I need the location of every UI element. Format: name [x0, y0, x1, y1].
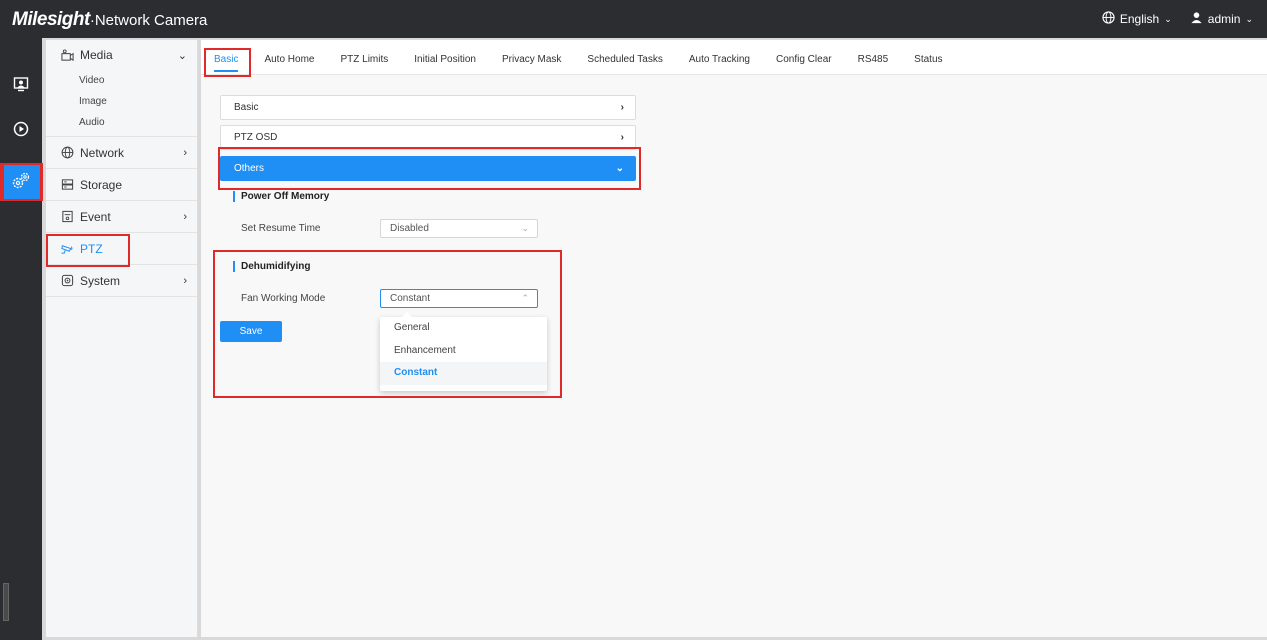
brand-name: Milesight [12, 9, 90, 30]
chevron-right-icon: › [183, 210, 187, 223]
network-icon [60, 146, 74, 160]
app-subtitle: ·Network Camera [89, 12, 208, 29]
settings-sidebar: Media ⌄ Video Image Audio Network › Stor… [46, 40, 198, 637]
chevron-right-icon: › [620, 132, 624, 143]
storage-icon [60, 178, 74, 192]
playback-button[interactable] [0, 113, 42, 147]
sidebar-item-ptz[interactable]: PTZ [46, 233, 197, 265]
accordion-ptz-osd[interactable]: PTZ OSD › [220, 125, 636, 150]
tab-ptz-limits[interactable]: PTZ Limits [327, 40, 401, 75]
app-logo: Milesight·Network Camera [12, 9, 207, 31]
settings-icon [11, 171, 31, 194]
accordion-label: Others [234, 163, 265, 174]
media-submenu: Video Image Audio [46, 70, 197, 137]
chevron-right-icon: › [183, 274, 187, 287]
event-icon [60, 210, 74, 224]
user-name: admin [1207, 12, 1241, 26]
language-selector[interactable]: English ⌄ [1102, 11, 1172, 27]
sidebar-item-event[interactable]: Event › [46, 201, 197, 233]
dropdown-caret [402, 312, 412, 317]
language-label: English [1119, 12, 1160, 26]
playback-icon [13, 121, 29, 140]
sidebar-item-label: System [80, 273, 121, 288]
sidebar-item-storage[interactable]: Storage [46, 169, 197, 201]
fan-mode-dropdown: General Enhancement Constant [380, 312, 547, 391]
tab-auto-home[interactable]: Auto Home [251, 40, 327, 75]
sidebar-item-label: PTZ [80, 241, 103, 256]
fan-working-mode-label: Fan Working Mode [241, 293, 326, 304]
user-icon [1190, 11, 1203, 27]
fan-mode-option-general[interactable]: General [380, 317, 547, 340]
chevron-down-icon: ⌄ [521, 223, 529, 233]
set-resume-time-label: Set Resume Time [241, 223, 321, 234]
icon-bar [0, 38, 42, 640]
chevron-up-icon: ⌃ [521, 293, 529, 303]
fan-mode-value: Constant [390, 293, 431, 304]
accordion-others[interactable]: Others ⌄ [220, 156, 636, 181]
resume-time-value: Disabled [390, 223, 429, 234]
sidebar-subitem-audio[interactable]: Audio [79, 112, 197, 133]
top-bar: Milesight·Network Camera English ⌄ admin… [0, 0, 1267, 38]
fan-mode-option-enhancement[interactable]: Enhancement [380, 340, 547, 363]
sidebar-subitem-image[interactable]: Image [79, 91, 197, 112]
save-button[interactable]: Save [220, 321, 282, 342]
accordion-label: Basic [234, 102, 259, 113]
chevron-right-icon: › [183, 146, 187, 159]
accordion-basic[interactable]: Basic › [220, 95, 636, 120]
tab-status[interactable]: Status [901, 40, 955, 75]
ptz-tab-bar: Basic Auto Home PTZ Limits Initial Posit… [201, 40, 1267, 75]
media-icon [60, 48, 74, 62]
chevron-down-icon: ⌄ [177, 49, 187, 62]
sidebar-item-system[interactable]: System › [46, 265, 197, 297]
chevron-down-icon: ⌄ [1245, 13, 1253, 24]
chevron-right-icon: › [620, 102, 624, 113]
accordion-label: PTZ OSD [234, 132, 278, 143]
resume-time-select[interactable]: Disabled ⌄ [380, 219, 538, 238]
power-off-memory-title: Power Off Memory [233, 191, 329, 202]
globe-icon [1102, 11, 1115, 27]
user-menu[interactable]: admin ⌄ [1190, 11, 1253, 27]
dehumidifying-title: Dehumidifying [233, 261, 310, 272]
ptz-camera-icon [60, 242, 74, 256]
fan-mode-option-constant[interactable]: Constant [380, 362, 547, 385]
tab-scheduled-tasks[interactable]: Scheduled Tasks [574, 40, 675, 75]
system-icon [60, 274, 74, 288]
sidebar-item-label: Storage [80, 177, 123, 192]
tab-config-clear[interactable]: Config Clear [763, 40, 845, 75]
tab-initial-position[interactable]: Initial Position [401, 40, 489, 75]
chevron-down-icon: ⌄ [615, 163, 624, 174]
tab-auto-tracking[interactable]: Auto Tracking [676, 40, 763, 75]
status-indicator [3, 583, 9, 621]
live-view-button[interactable] [0, 68, 42, 102]
fan-working-mode-select[interactable]: Constant ⌃ [380, 289, 538, 308]
live-view-icon [13, 76, 29, 95]
tab-privacy-mask[interactable]: Privacy Mask [489, 40, 574, 75]
settings-button[interactable] [0, 163, 42, 201]
tab-rs485[interactable]: RS485 [845, 40, 902, 75]
main-panel: Basic Auto Home PTZ Limits Initial Posit… [201, 40, 1267, 637]
sidebar-item-label: Network [80, 145, 125, 160]
sidebar-item-media[interactable]: Media ⌄ [46, 40, 197, 70]
tab-basic[interactable]: Basic [214, 40, 251, 75]
sidebar-item-network[interactable]: Network › [46, 137, 197, 169]
sidebar-item-label: Event [80, 209, 111, 224]
sidebar-item-label: Media [80, 48, 113, 62]
sidebar-subitem-video[interactable]: Video [79, 70, 197, 91]
chevron-down-icon: ⌄ [1164, 13, 1172, 24]
